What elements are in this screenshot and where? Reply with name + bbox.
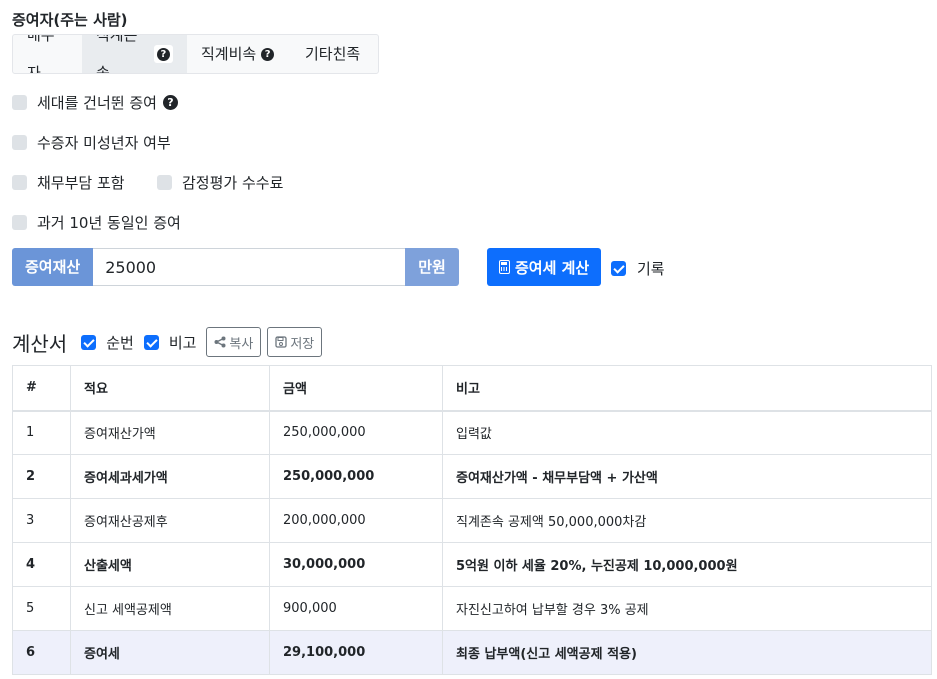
row-number: 4	[12, 542, 71, 587]
row-number: 2	[12, 454, 71, 499]
generation-skip-checkbox[interactable]	[12, 95, 27, 110]
row-description: 산출세액	[70, 542, 270, 587]
help-badge[interactable]: ?	[153, 45, 173, 63]
row-number: 3	[12, 498, 71, 543]
copy-button-label: 복사	[229, 336, 254, 352]
column-header-note: 비고	[442, 365, 932, 412]
row-note: 입력값	[442, 410, 932, 455]
gift-asset-unit: 만원	[405, 248, 459, 286]
record-option: 기록	[611, 258, 665, 279]
donor-section-title: 증여자(주는 사람)	[12, 11, 128, 29]
row-description: 증여세	[70, 630, 270, 675]
past-gift-checkbox[interactable]	[12, 215, 27, 230]
save-button-label: 저장	[290, 336, 315, 352]
share-icon	[214, 336, 226, 348]
table-row-total: 6 증여세 29,100,000 최종 납부액(신고 세액공제 적용)	[12, 630, 932, 675]
tab-other-relatives-label: 기타친족	[305, 45, 361, 63]
tab-spouse[interactable]: 배우자	[13, 35, 82, 73]
column-header-number: #	[12, 365, 71, 412]
row-amount: 900,000	[269, 586, 443, 631]
column-header-amount: 금액	[269, 365, 443, 412]
question-circle-icon[interactable]: ?	[162, 95, 178, 110]
row-description: 증여재산가액	[70, 410, 270, 455]
gift-asset-prefix: 증여재산	[12, 248, 94, 286]
minor-recipient-option: 수증자 미성년자 여부	[12, 132, 171, 153]
minor-recipient-checkbox[interactable]	[12, 135, 27, 150]
question-circle-icon[interactable]: ?	[261, 47, 275, 61]
appraisal-fee-label: 감정평가 수수료	[182, 174, 284, 192]
generation-skip-label: 세대를 건너뛴 증여	[37, 94, 157, 112]
copy-button[interactable]: 복사	[206, 327, 262, 357]
table-row: 3 증여재산공제후 200,000,000 직계존속 공제액 50,000,00…	[12, 498, 932, 543]
tab-lineal-ascendant[interactable]: 직계존속 ?	[82, 35, 187, 73]
record-label: 기록	[637, 260, 665, 278]
row-note: 증여재산가액 - 채무부담액 + 가산액	[442, 454, 932, 499]
table-row: 2 증여세과세가액 250,000,000 증여재산가액 - 채무부담액 + 가…	[12, 454, 932, 499]
row-amount: 250,000,000	[269, 410, 443, 455]
order-label: 순번	[106, 333, 134, 352]
column-header-description: 적요	[70, 365, 270, 412]
donor-tabs: 배우자 직계존속 ? 직계비속 ? 기타친족	[12, 34, 379, 74]
row-number: 1	[12, 410, 71, 455]
table-row: 5 신고 세액공제액 900,000 자진신고하여 납부할 경우 3% 공제	[12, 586, 932, 631]
debt-included-label: 채무부담 포함	[37, 174, 125, 192]
calculation-table: # 적요 금액 비고 1 증여재산가액 250,000,000 입력값 2 증여…	[12, 365, 932, 675]
question-circle-icon: ?	[156, 47, 170, 61]
calculator-icon	[499, 260, 510, 274]
gift-asset-input[interactable]	[93, 248, 406, 286]
debt-included-checkbox[interactable]	[12, 175, 27, 190]
row-description: 증여재산공제후	[70, 498, 270, 543]
past-gift-label: 과거 10년 동일인 증여	[37, 214, 181, 232]
tab-spouse-label: 배우자	[27, 34, 55, 74]
save-button[interactable]: 저장	[267, 327, 323, 357]
save-icon	[275, 336, 287, 348]
calculate-button-label: 증여세 계산	[515, 258, 590, 277]
calculate-gift-tax-button[interactable]: 증여세 계산	[487, 248, 602, 286]
row-number: 6	[12, 630, 71, 675]
debt-included-option: 채무부담 포함	[12, 172, 125, 193]
appraisal-fee-option: 감정평가 수수료	[157, 172, 283, 193]
tab-lineal-descendant[interactable]: 직계비속 ?	[187, 35, 291, 73]
note-label: 비고	[168, 333, 197, 352]
row-description: 신고 세액공제액	[70, 586, 270, 631]
row-note: 최종 납부액(신고 세액공제 적용)	[442, 630, 932, 675]
row-amount: 200,000,000	[269, 498, 443, 543]
generation-skip-option: 세대를 건너뛴 증여 ?	[12, 92, 178, 113]
row-amount: 30,000,000	[269, 542, 443, 587]
row-description: 증여세과세가액	[70, 454, 270, 499]
order-checkbox[interactable]	[81, 334, 97, 350]
note-checkbox[interactable]	[143, 334, 159, 350]
row-amount: 250,000,000	[269, 454, 443, 499]
row-amount: 29,100,000	[269, 630, 443, 675]
row-note: 5억원 이하 세율 20%, 누진공제 10,000,000원	[442, 542, 932, 587]
tab-lineal-descendant-label: 직계비속	[201, 45, 257, 63]
row-note: 자진신고하여 납부할 경우 3% 공제	[442, 586, 932, 631]
tab-other-relatives[interactable]: 기타친족	[291, 35, 378, 73]
past-gift-option: 과거 10년 동일인 증여	[12, 212, 181, 233]
appraisal-fee-checkbox[interactable]	[157, 175, 172, 190]
calculation-sheet-header: 계산서 순번 비고 복사 저장	[12, 327, 328, 357]
calculation-sheet-title: 계산서	[12, 331, 68, 356]
minor-recipient-label: 수증자 미성년자 여부	[37, 134, 171, 152]
gift-asset-input-group: 증여재산 만원	[12, 248, 459, 286]
row-note: 직계존속 공제액 50,000,000차감	[442, 498, 932, 543]
table-row: 4 산출세액 30,000,000 5억원 이하 세율 20%, 누진공제 10…	[12, 542, 932, 587]
record-checkbox[interactable]	[611, 261, 626, 276]
row-number: 5	[12, 586, 71, 631]
tab-lineal-ascendant-label: 직계존속	[96, 34, 138, 74]
table-row: 1 증여재산가액 250,000,000 입력값	[12, 410, 932, 455]
table-header-row: # 적요 금액 비고	[12, 365, 932, 412]
